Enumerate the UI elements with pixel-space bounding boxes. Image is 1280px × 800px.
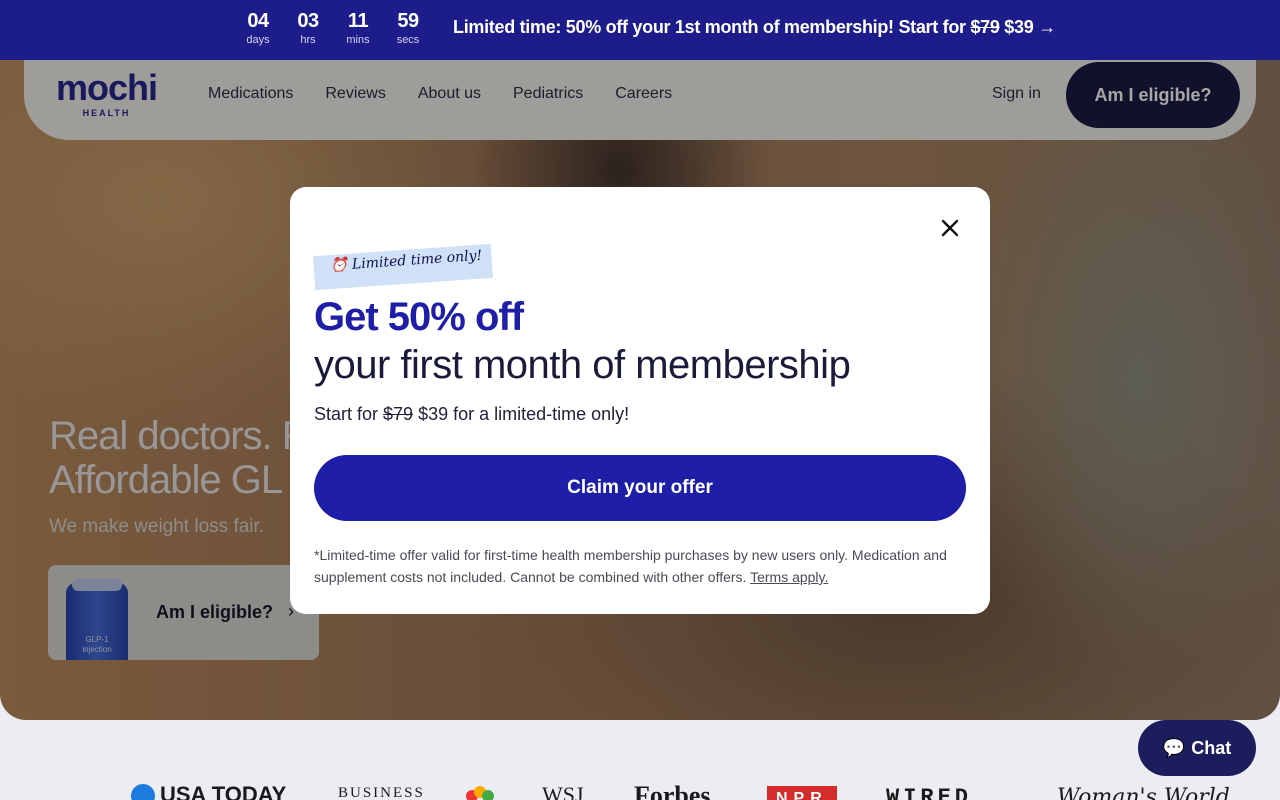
modal-subheadline: your first month of membership	[314, 343, 851, 387]
usa-today-logo: USA TODAY	[131, 782, 287, 800]
promo-banner-link[interactable]: Limited time: 50% off your 1st month of …	[453, 17, 1056, 38]
terms-link[interactable]: Terms apply.	[750, 569, 828, 585]
countdown-minutes-label: mins	[346, 34, 370, 46]
wsj-logo: WSJ	[542, 782, 584, 800]
wired-logo: WIRED	[886, 785, 972, 800]
countdown-minutes-value: 11	[347, 10, 369, 32]
modal-headline: Get 50% off	[314, 295, 524, 339]
promo-old-price: $79	[970, 17, 1000, 37]
fine-print: *Limited-time offer valid for first-time…	[314, 544, 966, 588]
countdown-seconds-label: secs	[396, 34, 420, 46]
countdown-hours: 03 hrs	[283, 8, 333, 46]
countdown-days-value: 04	[247, 10, 269, 32]
business-insider-logo: BUSINESS	[338, 785, 425, 800]
countdown-timer: 04 days 03 hrs 11 mins 59 secs	[233, 8, 433, 46]
promo-banner: 04 days 03 hrs 11 mins 59 secs Limited t…	[0, 0, 1280, 60]
forbes-logo: Forbes	[634, 781, 711, 800]
svg-text:USA TODAY: USA TODAY	[160, 782, 287, 800]
press-logos: USA TODAY BUSINESS WSJ Forbes NPR WIRED …	[131, 781, 1230, 800]
countdown-seconds-value: 59	[397, 10, 419, 32]
promo-modal: ⏰ Limited time only! Get 50% off your fi…	[290, 187, 990, 614]
claim-offer-button[interactable]: Claim your offer	[314, 455, 966, 521]
chat-button[interactable]: 💬 Chat	[1138, 720, 1256, 776]
chat-label: Chat	[1191, 737, 1232, 758]
countdown-days-label: days	[246, 34, 270, 46]
countdown-days: 04 days	[233, 8, 283, 46]
countdown-hours-value: 03	[297, 10, 319, 32]
countdown-hours-label: hrs	[300, 34, 316, 46]
womans-world-logo: Woman's World	[1057, 785, 1230, 800]
close-icon[interactable]	[936, 214, 964, 242]
chat-bubble-icon: 💬	[1162, 737, 1186, 758]
price-new: $39 for a limited-time only!	[413, 404, 630, 424]
countdown-minutes: 11 mins	[333, 8, 383, 46]
npr-logo-text: NPR	[776, 790, 828, 800]
press-logos-strip: USA TODAY BUSINESS WSJ Forbes NPR WIRED …	[0, 720, 1280, 800]
price-prefix: Start for	[314, 404, 384, 424]
nbc-logo	[466, 786, 494, 800]
price-old: $79	[383, 404, 414, 424]
promo-new-price: $39 →	[999, 17, 1056, 37]
fine-print-text: *Limited-time offer valid for first-time…	[314, 547, 947, 585]
modal-price-line: Start for $79 $39 for a limited-time onl…	[314, 404, 629, 425]
promo-text: Limited time: 50% off your 1st month of …	[453, 17, 971, 37]
countdown-seconds: 59 secs	[383, 8, 433, 46]
